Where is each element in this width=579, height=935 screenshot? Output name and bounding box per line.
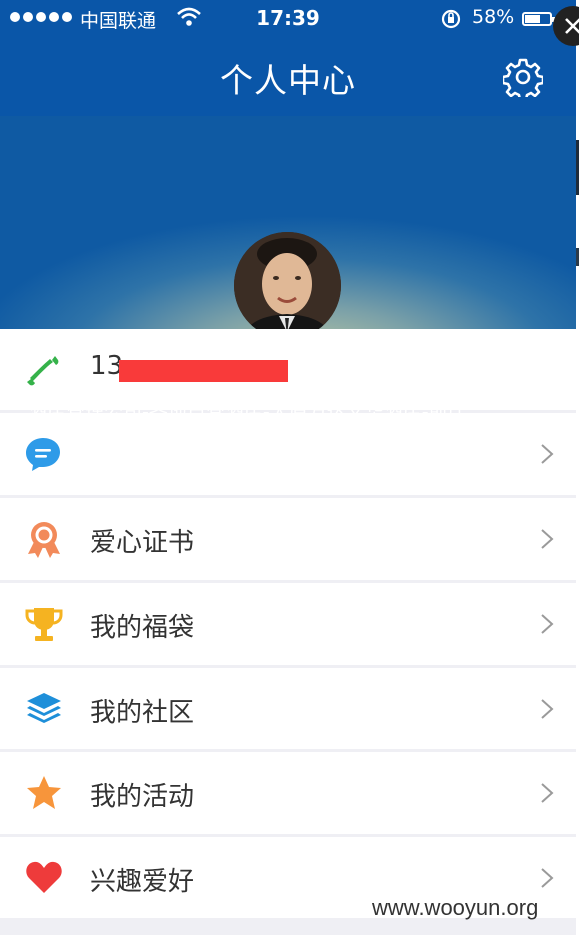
trophy-icon bbox=[25, 608, 63, 641]
redaction-bar bbox=[119, 360, 288, 382]
settings-gear-icon[interactable] bbox=[503, 57, 543, 97]
watermark: www.wooyun.org bbox=[372, 895, 539, 920]
chat-bubble-icon bbox=[26, 438, 60, 471]
chevron-right-icon bbox=[541, 699, 554, 719]
menu-label: 我的社区 bbox=[90, 698, 195, 728]
list-item-community[interactable]: 我的社区 bbox=[0, 668, 576, 749]
menu-label: 兴趣爱好 bbox=[90, 867, 195, 897]
phone-row: 13 bbox=[0, 329, 576, 410]
profile-banner: 王鹏 酒店管理公司-各地自营酒店-太原万达文华酒店-前厅... bbox=[0, 116, 576, 423]
list-item-lucky-bag[interactable]: 我的福袋 bbox=[0, 583, 576, 665]
menu-label: 我的福袋 bbox=[90, 613, 195, 643]
rotation-lock-icon bbox=[441, 9, 461, 29]
nav-header: 个人中心 bbox=[0, 38, 576, 116]
page-title: 个人中心 bbox=[220, 61, 356, 100]
menu-label: 我的活动 bbox=[90, 782, 195, 812]
heart-icon bbox=[26, 861, 62, 893]
award-ribbon-icon bbox=[28, 522, 60, 558]
list-item-activities[interactable]: 我的活动 bbox=[0, 752, 576, 834]
chevron-right-icon bbox=[541, 783, 554, 803]
list-item-messages[interactable] bbox=[0, 413, 576, 495]
layers-icon bbox=[27, 693, 61, 723]
star-icon bbox=[27, 776, 61, 809]
battery-percent: 58% bbox=[472, 6, 515, 28]
close-icon bbox=[565, 18, 579, 34]
phone-icon bbox=[27, 356, 59, 386]
status-bar: 中国联通 17:39 58% bbox=[0, 0, 576, 38]
avatar[interactable] bbox=[234, 232, 341, 339]
list-item-love-certificate[interactable]: 爱心证书 bbox=[0, 498, 576, 580]
chevron-right-icon bbox=[541, 529, 554, 549]
app-screen: 中国联通 17:39 58% 个人中心 酒店管理公司-各地自营酒店-太原万达文华… bbox=[0, 0, 576, 935]
chevron-right-icon bbox=[541, 614, 554, 634]
menu-label: 爱心证书 bbox=[90, 528, 195, 558]
battery-icon bbox=[522, 12, 555, 26]
chevron-right-icon bbox=[541, 868, 554, 888]
chevron-right-icon bbox=[541, 444, 554, 464]
